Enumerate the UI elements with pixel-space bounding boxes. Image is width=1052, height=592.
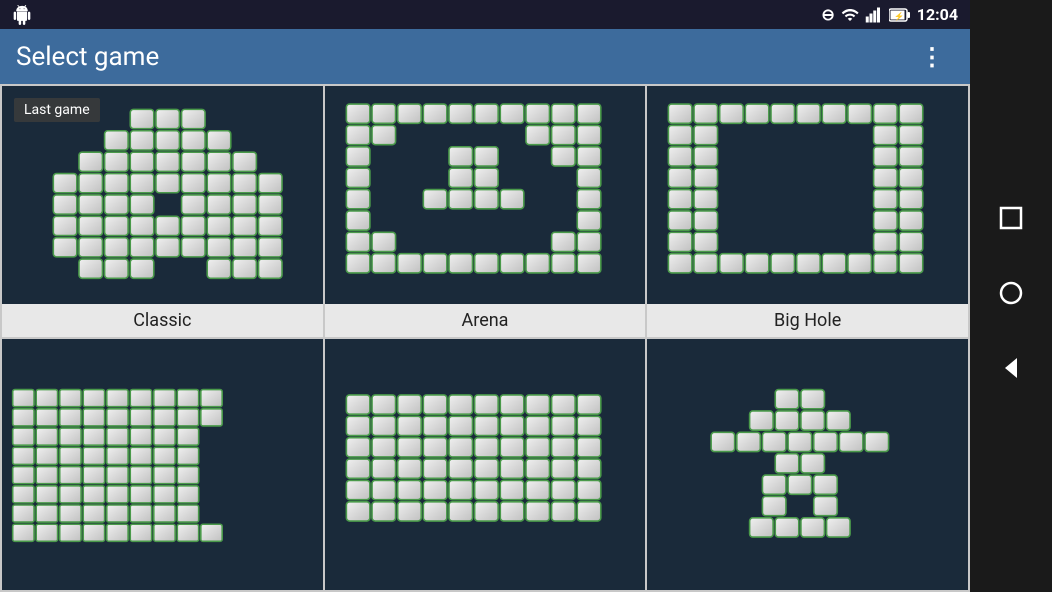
square-button[interactable] [997, 204, 1025, 239]
game-thumbnail-arena [325, 86, 646, 304]
game-thumbnail-big-hole [647, 86, 968, 304]
game-thumbnail-classic: Last game [2, 86, 323, 304]
battery-icon: ⚡ [889, 8, 911, 22]
clock: 12:04 [917, 5, 958, 24]
page-title: Select game [16, 42, 159, 72]
phone-content: ⊖ ⚡ 12:04 Select game [0, 0, 970, 592]
status-bar: ⊖ ⚡ 12:04 [0, 0, 970, 29]
game-label-big-hole: Big Hole [647, 304, 968, 337]
wifi-icon [841, 6, 859, 24]
status-bar-icons: ⊖ ⚡ 12:04 [821, 5, 958, 24]
signal-icon [865, 6, 883, 24]
game-card-arena[interactable]: Arena [325, 86, 646, 337]
circle-button[interactable] [997, 279, 1025, 314]
game-thumbnail-flat [325, 339, 646, 590]
game-thumbnail-spiral [2, 339, 323, 590]
game-label-arena: Arena [325, 304, 646, 337]
game-card-classic[interactable]: Last game [2, 86, 323, 337]
status-bar-left [12, 5, 32, 25]
more-options-button[interactable]: ⋮ [912, 35, 954, 79]
figure-game-svg [647, 339, 968, 590]
game-card-figure[interactable] [647, 339, 968, 590]
back-button[interactable] [997, 354, 1025, 389]
svg-text:⚡: ⚡ [894, 11, 904, 21]
game-thumbnail-figure [647, 339, 968, 590]
big-hole-game-svg [647, 86, 968, 304]
arena-game-svg [325, 86, 646, 304]
game-label-classic: Classic [2, 304, 323, 337]
flat-game-svg [325, 339, 646, 590]
game-grid: Last game [0, 84, 970, 592]
spiral-game-svg [2, 339, 323, 590]
app-bar: Select game ⋮ [0, 29, 970, 84]
game-card-spiral[interactable] [2, 339, 323, 590]
nav-bar [970, 0, 1052, 592]
android-icon [12, 5, 32, 25]
game-card-flat[interactable] [325, 339, 646, 590]
game-card-big-hole[interactable]: Big Hole [647, 86, 968, 337]
dnd-icon: ⊖ [821, 5, 834, 24]
last-game-badge: Last game [14, 98, 100, 122]
